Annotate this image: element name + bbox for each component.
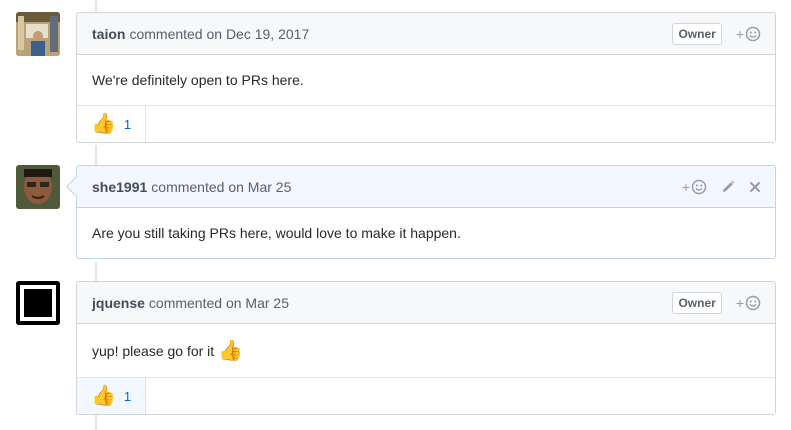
comment-header: she1991 commented on Mar 25 + bbox=[77, 166, 775, 208]
comment-timestamp[interactable]: commented on Mar 25 bbox=[151, 179, 291, 195]
author-link[interactable]: taion bbox=[92, 26, 125, 42]
smiley-icon bbox=[691, 179, 707, 194]
thumbs-up-icon: 👍 bbox=[91, 113, 116, 135]
plus-icon: + bbox=[735, 25, 744, 42]
reactions-bar: 👍 1 bbox=[77, 377, 775, 414]
reaction-count: 1 bbox=[123, 116, 132, 132]
smiley-icon bbox=[745, 295, 761, 310]
comment-header: jquense commented on Mar 25 Owner + bbox=[77, 282, 775, 324]
delete-comment-button[interactable] bbox=[749, 181, 761, 193]
owner-badge: Owner bbox=[672, 22, 722, 45]
comment-text: We're definitely open to PRs here. bbox=[92, 72, 304, 88]
thumbs-up-icon: 👍 bbox=[91, 385, 116, 407]
avatar[interactable] bbox=[16, 12, 60, 56]
author-link[interactable]: she1991 bbox=[92, 179, 147, 195]
reaction-thumbs-up-button[interactable]: 👍 1 bbox=[77, 378, 147, 414]
avatar-image bbox=[16, 12, 60, 56]
timeline-line bbox=[95, 262, 97, 282]
comment-body: yup! please go for it 👍 bbox=[77, 324, 775, 377]
reaction-count: 1 bbox=[123, 388, 132, 404]
comment-body: We're definitely open to PRs here. bbox=[77, 55, 775, 105]
timeline-line bbox=[95, 145, 97, 165]
edit-comment-button[interactable] bbox=[721, 180, 735, 194]
avatar[interactable] bbox=[16, 281, 60, 325]
smiley-icon bbox=[745, 26, 761, 41]
comment-timestamp[interactable]: commented on Mar 25 bbox=[149, 295, 289, 311]
comment-body: Are you still taking PRs here, would lov… bbox=[77, 208, 775, 258]
comment-header: taion commented on Dec 19, 2017 Owner + bbox=[77, 13, 775, 55]
add-reaction-button[interactable]: + bbox=[682, 179, 707, 195]
comment-text: Are you still taking PRs here, would lov… bbox=[92, 225, 461, 241]
avatar-image bbox=[16, 281, 60, 325]
timeline-line bbox=[95, 0, 97, 12]
avatar-image bbox=[16, 165, 60, 209]
x-icon bbox=[750, 181, 760, 192]
timeline-line bbox=[95, 415, 97, 430]
comment-text: yup! please go for it bbox=[92, 342, 215, 359]
add-reaction-button[interactable]: + bbox=[736, 26, 761, 42]
avatar[interactable] bbox=[16, 165, 60, 209]
add-reaction-button[interactable]: + bbox=[736, 295, 761, 311]
plus-icon: + bbox=[735, 294, 744, 311]
comment: jquense commented on Mar 25 Owner + yup!… bbox=[76, 281, 776, 415]
pencil-icon bbox=[723, 180, 735, 192]
author-link[interactable]: jquense bbox=[92, 295, 145, 311]
reaction-thumbs-up-button[interactable]: 👍 1 bbox=[77, 106, 147, 142]
comment: she1991 commented on Mar 25 + Are you st bbox=[65, 165, 776, 259]
comment: taion commented on Dec 19, 2017 Owner + … bbox=[76, 12, 776, 143]
plus-icon: + bbox=[681, 178, 690, 195]
comment-timestamp[interactable]: commented on Dec 19, 2017 bbox=[129, 26, 309, 42]
reactions-bar: 👍 1 bbox=[77, 105, 775, 142]
thumbs-up-icon: 👍 bbox=[218, 340, 244, 362]
owner-badge: Owner bbox=[672, 291, 722, 314]
